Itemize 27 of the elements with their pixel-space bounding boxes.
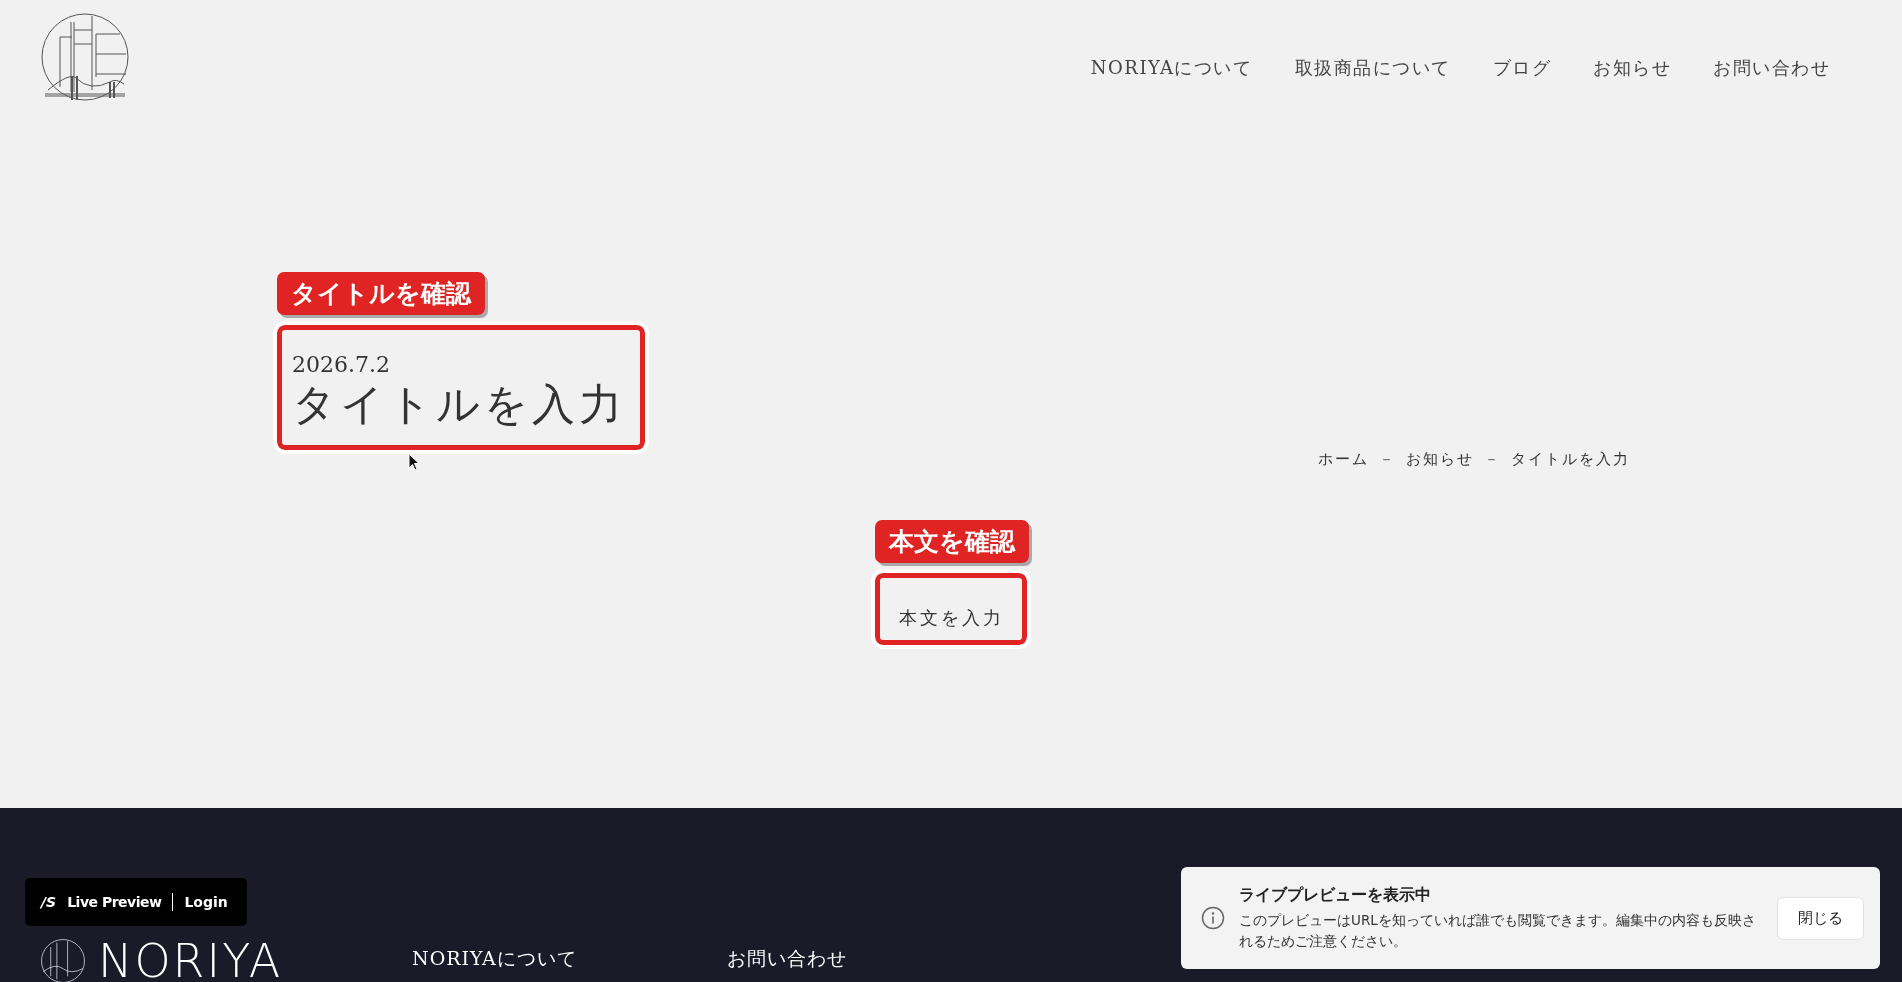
footer-link[interactable]: お問い合わせ <box>726 946 847 972</box>
bridge-logo-icon[interactable] <box>40 12 130 102</box>
nav-link[interactable]: ブログ <box>1492 56 1551 80</box>
preview-logo: /S <box>41 894 57 910</box>
notice-title: ライブプレビューを表示中 <box>1239 885 1432 907</box>
breadcrumb-separator: － <box>1379 450 1396 470</box>
live-preview-label: Live Preview <box>67 894 162 910</box>
breadcrumb-link[interactable]: タイトルを入力 <box>1511 450 1630 470</box>
breadcrumb-link[interactable]: ホーム <box>1318 450 1369 470</box>
nav-link[interactable]: NORIYAについて <box>1090 56 1253 80</box>
post-body: 本文を入力 <box>898 606 1004 630</box>
info-icon <box>1201 906 1225 930</box>
login-button[interactable]: Login <box>184 894 228 910</box>
callout-label: 本文を確認 <box>875 520 1029 564</box>
post-title: タイトルを入力 <box>292 379 627 431</box>
post-date: 2026.7.2 <box>292 352 391 377</box>
breadcrumb-link[interactable]: お知らせ <box>1406 450 1474 470</box>
notice-message: このプレビューはURLを知っていれば誰でも閲覧できます。編集中の内容も反映されるためご注意ください。 <box>1239 911 1757 951</box>
nav-link[interactable]: お問い合わせ <box>1713 56 1830 80</box>
callout-label: タイトルを確認 <box>277 272 485 316</box>
nav-link[interactable]: 取扱商品について <box>1294 56 1451 80</box>
footer-link[interactable]: NORIYAについて <box>412 946 577 972</box>
footer-brand: NORIYA <box>98 938 283 982</box>
nav-link[interactable]: お知らせ <box>1593 56 1671 80</box>
cursor-icon <box>408 453 420 471</box>
close-button[interactable]: 閉じる <box>1777 896 1864 940</box>
breadcrumb-separator: － <box>1484 450 1501 470</box>
